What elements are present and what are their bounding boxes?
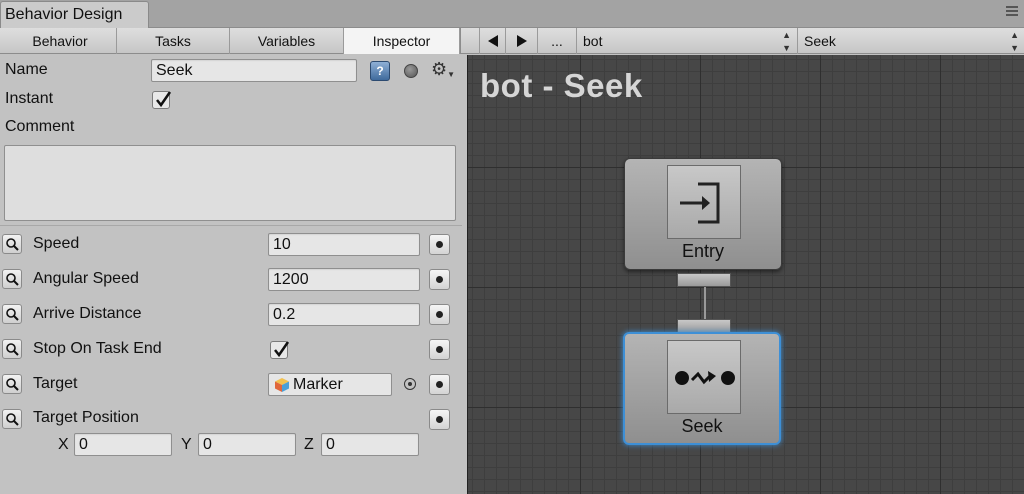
- target-position-label: Target Position: [33, 409, 139, 426]
- select-arrows-icon: ▲ ▼: [782, 30, 791, 53]
- triangle-left-icon: [487, 35, 498, 47]
- tab-variables[interactable]: Variables: [230, 28, 344, 54]
- seek-dots-icon: [675, 371, 735, 385]
- entry-arrow-icon: [680, 182, 720, 224]
- gameobject-cube-icon: [275, 378, 289, 392]
- speed-label: Speed: [33, 235, 80, 252]
- name-field[interactable]: Seek: [151, 59, 357, 82]
- magnifier-icon: [6, 378, 19, 391]
- window-tab-bar: Behavior Design: [0, 0, 1024, 28]
- gear-icon[interactable]: ⚙▼: [431, 60, 455, 82]
- tab-behavior[interactable]: Behavior: [4, 28, 117, 54]
- task-select-value: Seek: [804, 33, 836, 49]
- angular-speed-field[interactable]: 1200: [268, 268, 420, 291]
- target-object-value: Marker: [293, 376, 343, 393]
- seek-node[interactable]: Seek: [623, 332, 781, 445]
- window-tab-behavior-design[interactable]: Behavior Design: [0, 1, 149, 28]
- z-label: Z: [304, 436, 314, 453]
- shared-variable-toggle[interactable]: [429, 304, 450, 325]
- graph-title: bot - Seek: [480, 67, 643, 104]
- graph-toolbar: ... bot ▲ ▼ Seek ▲ ▼: [460, 28, 1024, 54]
- angular-speed-label: Angular Speed: [33, 270, 139, 287]
- magnifier-icon: [6, 308, 19, 321]
- tab-inspector[interactable]: Inspector: [344, 28, 460, 54]
- shared-variable-toggle[interactable]: [429, 269, 450, 290]
- y-field[interactable]: 0: [198, 433, 296, 456]
- arrive-distance-label: Arrive Distance: [33, 305, 142, 322]
- stop-on-task-end-checkbox[interactable]: [270, 341, 290, 359]
- magnify-button[interactable]: [2, 409, 22, 429]
- magnifier-icon: [6, 238, 19, 251]
- y-label: Y: [181, 436, 192, 453]
- magnify-button[interactable]: [2, 234, 22, 254]
- magnify-button[interactable]: [2, 304, 22, 324]
- inspector-panel: Name Seek ? ⚙▼ Instant Comment Speed 10 …: [0, 55, 466, 494]
- checkmark-icon: [156, 91, 172, 108]
- section-divider: [0, 225, 462, 226]
- behavior-select[interactable]: bot ▲ ▼: [577, 28, 798, 54]
- back-button[interactable]: [479, 28, 506, 54]
- magnifier-icon: [6, 273, 19, 286]
- magnifier-icon: [6, 413, 19, 426]
- shared-variable-toggle[interactable]: [429, 409, 450, 430]
- comment-label: Comment: [5, 118, 75, 135]
- instant-label: Instant: [5, 90, 54, 107]
- select-arrows-icon: ▲ ▼: [1010, 30, 1019, 53]
- forward-button[interactable]: [506, 28, 538, 54]
- entry-node[interactable]: Entry: [624, 158, 782, 270]
- shared-variable-toggle[interactable]: [429, 234, 450, 255]
- arrive-distance-field[interactable]: 0.2: [268, 303, 420, 326]
- help-icon[interactable]: ?: [370, 61, 390, 81]
- seek-input-port[interactable]: [677, 319, 731, 333]
- object-picker-icon[interactable]: [404, 378, 416, 390]
- more-button[interactable]: ...: [538, 28, 577, 54]
- magnify-button[interactable]: [2, 339, 22, 359]
- triangle-right-icon: [516, 35, 527, 47]
- magnify-button[interactable]: [2, 374, 22, 394]
- checkmark-icon: [274, 341, 290, 358]
- seek-node-label: Seek: [681, 416, 723, 436]
- shared-variable-toggle[interactable]: [429, 339, 450, 360]
- entry-node-icon-box: [667, 165, 741, 239]
- target-label: Target: [33, 375, 78, 392]
- behavior-select-value: bot: [583, 33, 603, 49]
- x-field[interactable]: 0: [74, 433, 172, 456]
- name-label: Name: [5, 61, 48, 78]
- instant-checkbox[interactable]: [152, 91, 172, 109]
- magnify-button[interactable]: [2, 269, 22, 289]
- magnifier-icon: [6, 343, 19, 356]
- comment-textarea[interactable]: [4, 145, 456, 221]
- window-menu-icon[interactable]: [1006, 6, 1018, 18]
- target-object-field[interactable]: Marker: [268, 373, 392, 396]
- seek-node-icon-box: [667, 340, 741, 414]
- task-select[interactable]: Seek ▲ ▼: [798, 28, 1024, 54]
- connection-wire: [704, 287, 706, 319]
- breakpoint-circle-icon[interactable]: [404, 64, 418, 78]
- x-label: X: [58, 436, 69, 453]
- tab-tasks[interactable]: Tasks: [117, 28, 230, 54]
- inspector-tab-bar: Behavior Tasks Variables Inspector: [0, 28, 460, 54]
- entry-node-label: Entry: [681, 241, 724, 261]
- z-field[interactable]: 0: [321, 433, 419, 456]
- shared-variable-toggle[interactable]: [429, 374, 450, 395]
- behavior-graph-canvas[interactable]: bot - Seek Entry Seek: [467, 55, 1024, 494]
- stop-on-task-end-label: Stop On Task End: [33, 340, 162, 357]
- entry-output-port[interactable]: [677, 273, 731, 287]
- speed-field[interactable]: 10: [268, 233, 420, 256]
